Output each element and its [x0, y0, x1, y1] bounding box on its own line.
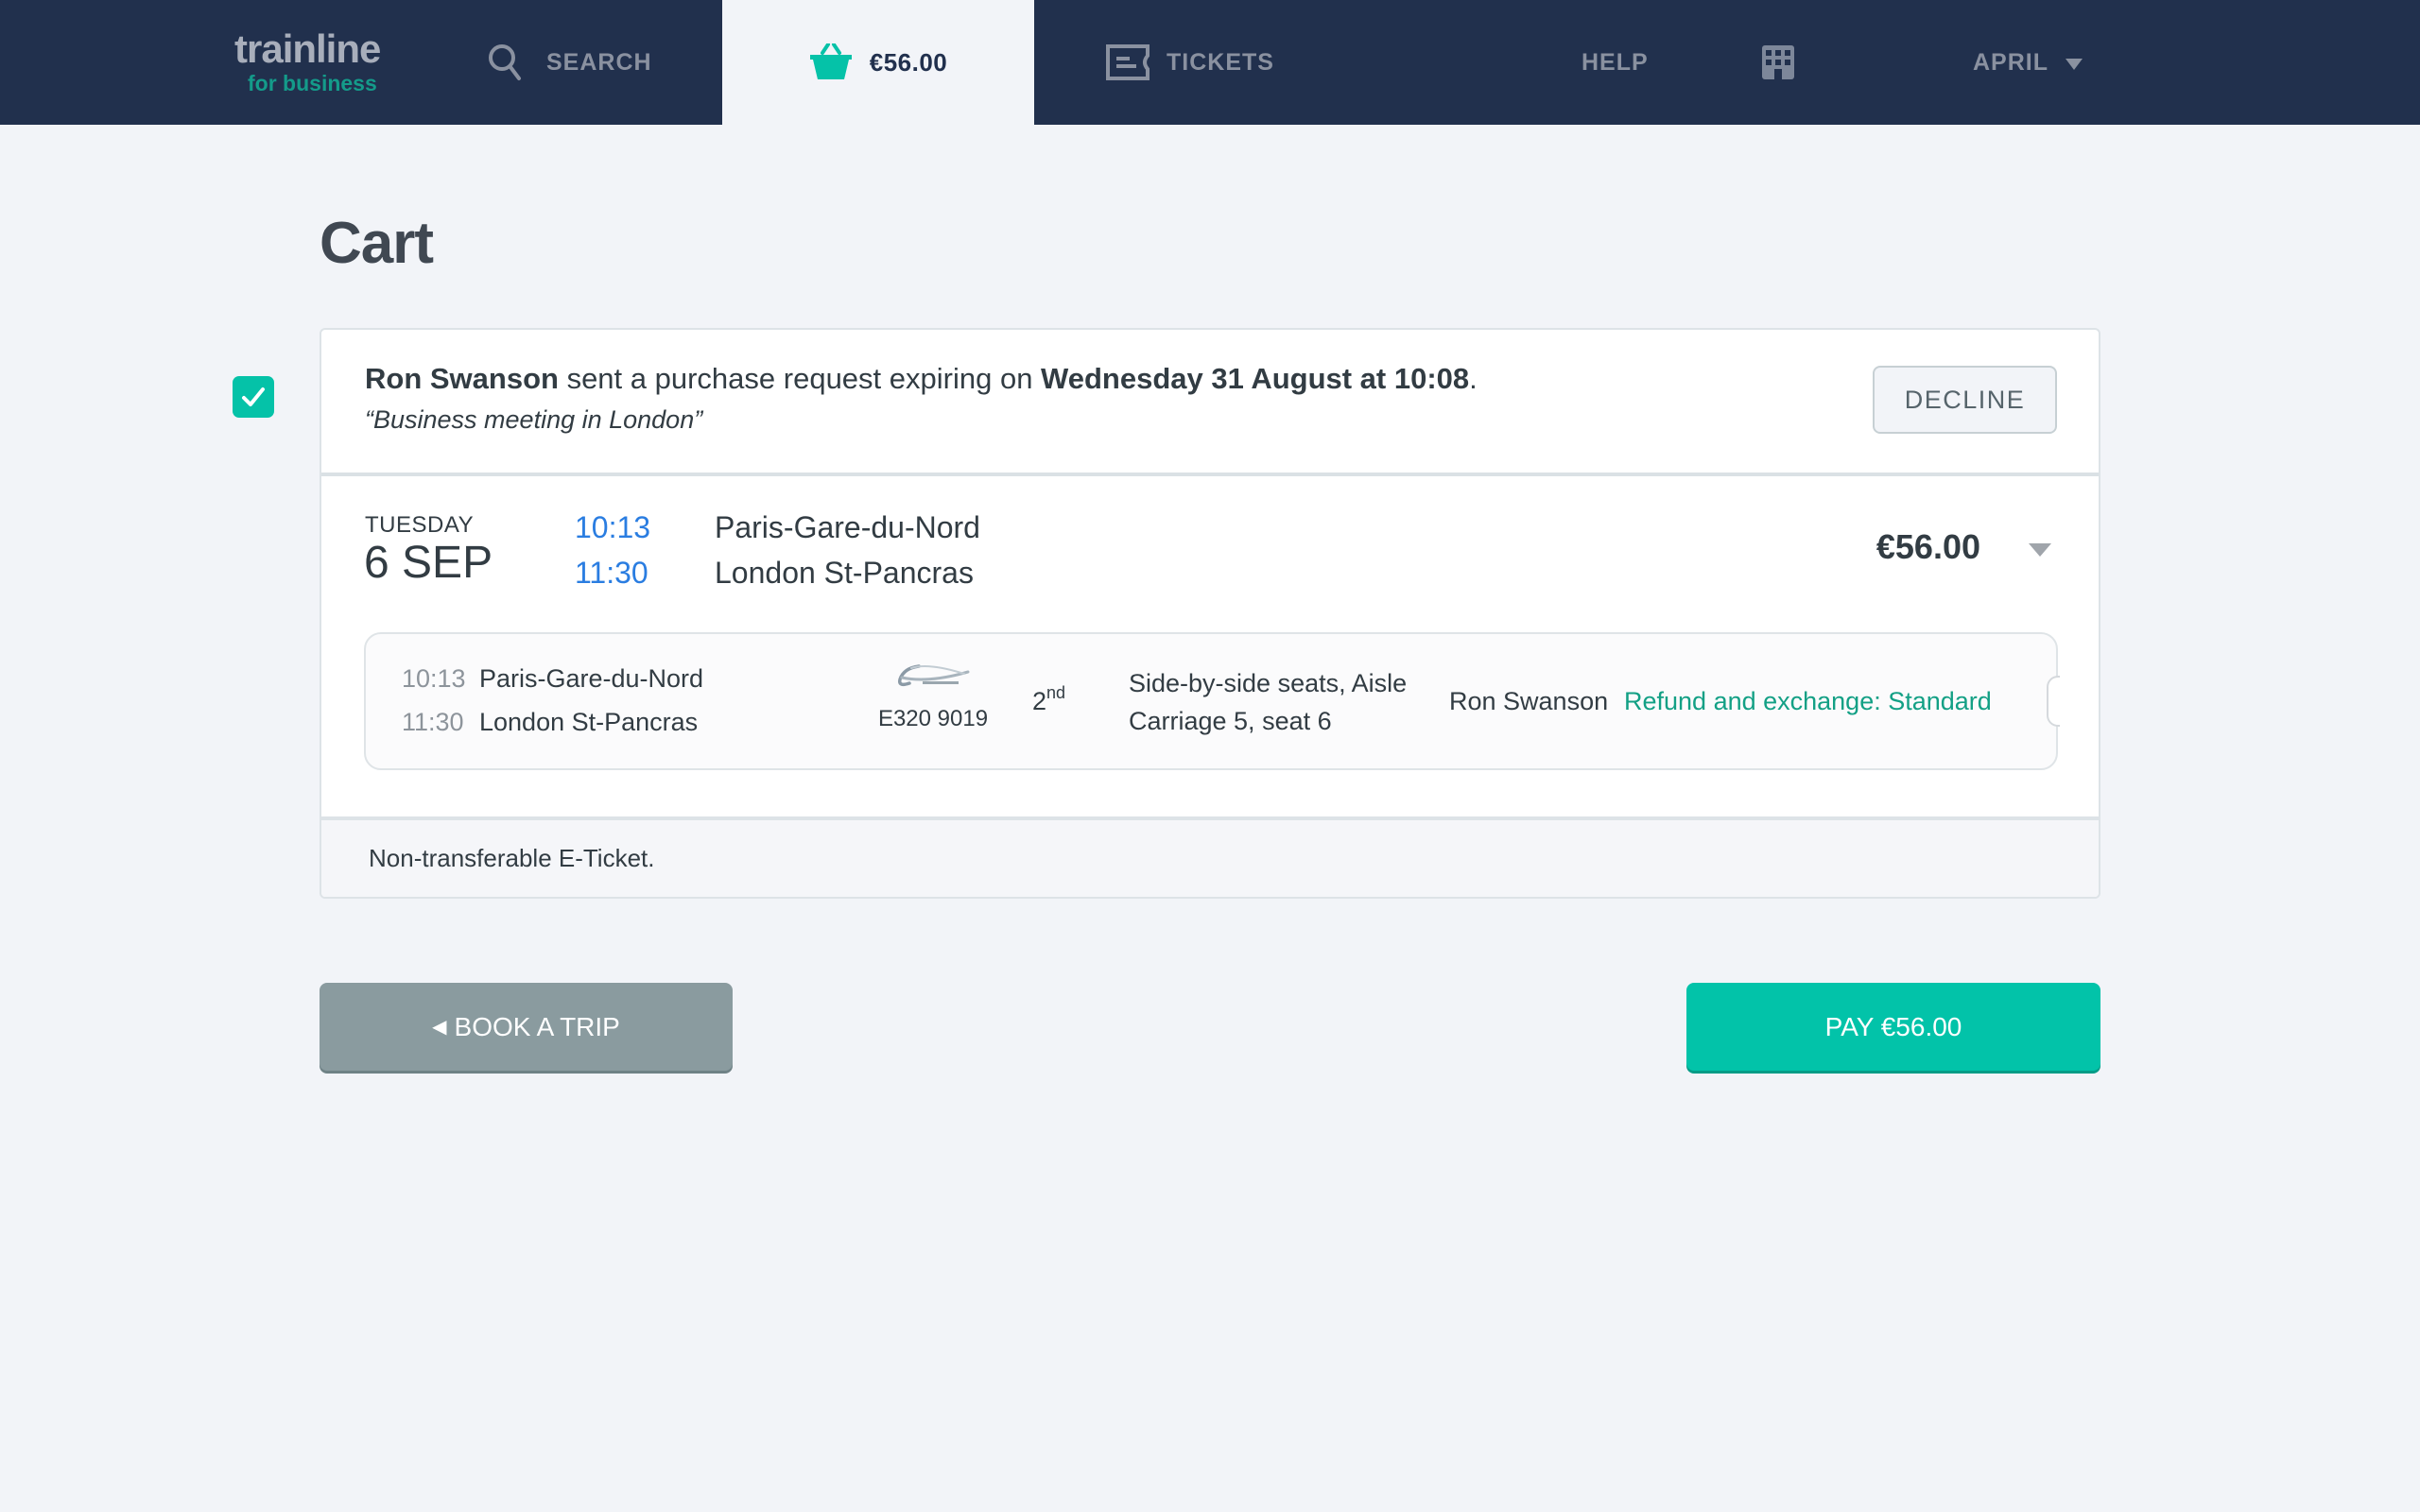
caret-down-icon: [2066, 50, 2083, 77]
top-navigation-bar: trainline for business SEARCH €56.00 TIC…: [0, 0, 2420, 125]
cart-total: €56.00: [869, 47, 948, 77]
nav-company[interactable]: [1762, 0, 1794, 125]
expand-caret-icon[interactable]: [2029, 542, 2051, 558]
nav-cart[interactable]: €56.00: [722, 0, 1034, 125]
trip-date: 6 SEP: [364, 538, 493, 588]
eurostar-logo-icon: [897, 664, 970, 687]
segment-arrival: 11:30 London St-Pancras: [402, 700, 703, 744]
request-note: “Business meeting in London”: [365, 405, 703, 434]
search-icon: [488, 43, 522, 81]
seat-info: Side-by-side seats, Aisle Carriage 5, se…: [1129, 664, 1407, 740]
cart-item-card: Ron Swanson sent a purchase request expi…: [320, 328, 2100, 899]
request-expiry: Wednesday 31 August at 10:08: [1041, 362, 1470, 395]
pay-button[interactable]: PAY €56.00: [1686, 983, 2100, 1071]
seat-assignment: Carriage 5, seat 6: [1129, 707, 1332, 735]
logo-wordmark: trainline: [234, 26, 381, 71]
departure-station: Paris-Gare-du-Nord: [715, 509, 980, 544]
class-suffix: nd: [1046, 683, 1066, 702]
trip-summary[interactable]: TUESDAY 6 SEP 10:13 Paris-Gare-du-Nord 1…: [321, 480, 2099, 813]
basket-icon: [809, 43, 853, 81]
arrival-station: London St-Pancras: [715, 555, 974, 590]
segment-arrival-time: 11:30: [402, 707, 464, 736]
segment-arrival-station: London St-Pancras: [479, 707, 699, 736]
cart-item-checkbox[interactable]: [233, 376, 274, 418]
purchase-request: Ron Swanson sent a purchase request expi…: [321, 330, 2099, 476]
ticket-icon: [1106, 44, 1150, 80]
decline-button[interactable]: DECLINE: [1873, 366, 2057, 434]
departure-time: 10:13: [575, 509, 651, 544]
building-icon: [1762, 45, 1794, 79]
trainline-logo[interactable]: trainline for business: [234, 28, 395, 96]
trip-price: €56.00: [1876, 527, 1980, 566]
logo-subtitle: for business: [248, 71, 377, 95]
account-name: APRIL: [1973, 48, 2048, 76]
requester-name: Ron Swanson: [365, 362, 559, 395]
page-title: Cart: [320, 211, 434, 276]
segment-departure-time: 10:13: [402, 663, 466, 693]
trip-arrival: 11:30 London St-Pancras: [575, 550, 974, 595]
class-number: 2: [1032, 687, 1047, 715]
seat-preference: Side-by-side seats, Aisle: [1129, 669, 1408, 697]
nav-help-label: HELP: [1582, 48, 1649, 76]
segment-journey: 10:13 Paris-Gare-du-Nord 11:30 London St…: [402, 657, 703, 744]
purchase-request-message: Ron Swanson sent a purchase request expi…: [365, 362, 1478, 396]
nav-search-label: SEARCH: [546, 48, 652, 76]
ticket-notch: [2047, 676, 2060, 727]
passenger-name: Ron Swanson: [1449, 687, 1609, 715]
trip-weekday: TUESDAY: [365, 512, 475, 538]
request-text: sent a purchase request expiring on: [558, 362, 1042, 395]
nav-tickets[interactable]: TICKETS: [1106, 0, 1274, 125]
ticket-conditions: Non-transferable E-Ticket.: [321, 816, 2099, 897]
pay-label: PAY €56.00: [1824, 1011, 1962, 1041]
nav-tickets-label: TICKETS: [1167, 48, 1274, 76]
trip-journey: 10:13 Paris-Gare-du-Nord 11:30 London St…: [575, 505, 980, 595]
refund-conditions-link[interactable]: Refund and exchange: Standard: [1624, 687, 1992, 716]
checkmark-icon: [242, 387, 265, 406]
request-end: .: [1469, 362, 1478, 395]
segment-departure-station: Paris-Gare-du-Nord: [479, 663, 704, 693]
arrival-time: 11:30: [575, 555, 648, 590]
book-a-trip-button[interactable]: ◀ BOOK A TRIP: [320, 983, 733, 1071]
nav-search[interactable]: SEARCH: [488, 0, 652, 125]
train-number: E320 9019: [877, 706, 989, 731]
ticket-segment: 10:13 Paris-Gare-du-Nord 11:30 London St…: [364, 632, 2060, 770]
back-arrow-icon: ◀: [432, 1017, 447, 1038]
travel-class: 2nd: [1032, 683, 1065, 716]
ticket-type-note: Non-transferable E-Ticket.: [369, 844, 655, 872]
segment-departure: 10:13 Paris-Gare-du-Nord: [402, 657, 703, 700]
trip-departure: 10:13 Paris-Gare-du-Nord: [575, 505, 980, 550]
nav-help[interactable]: HELP: [1582, 0, 1649, 125]
account-menu[interactable]: APRIL: [1973, 0, 2083, 125]
carrier-info: E320 9019: [876, 659, 990, 732]
book-a-trip-label: BOOK A TRIP: [454, 1011, 620, 1041]
